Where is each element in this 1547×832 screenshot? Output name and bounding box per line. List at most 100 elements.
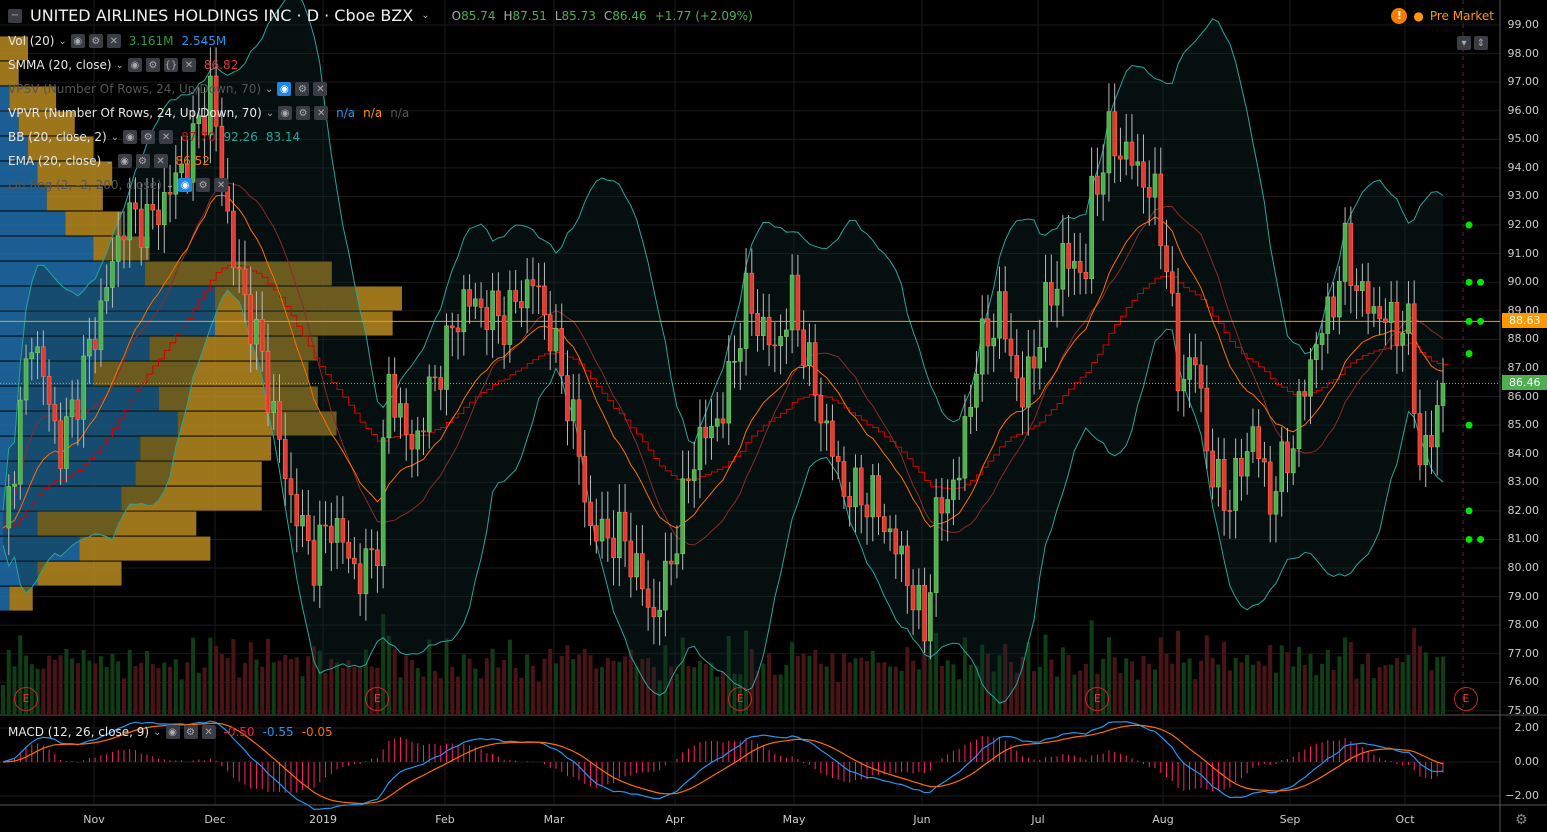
close-icon[interactable]: ✕	[181, 58, 196, 72]
indicator-label[interactable]: EMA (20, close)	[8, 154, 101, 168]
volume-bar	[542, 658, 547, 715]
candle-down	[1239, 458, 1244, 477]
candle-down	[1411, 303, 1417, 414]
indicator-label[interactable]: Lin Reg (2, -2, 200, close)	[8, 178, 162, 192]
settings-icon[interactable]: ⚙	[183, 725, 198, 739]
indicator-legend[interactable]: EMA (20, close) ⌄ ◉ ⚙ ✕ 86.52	[8, 154, 210, 168]
visibility-icon[interactable]: ◉	[278, 106, 293, 120]
chevron-down-icon[interactable]: ⌄	[153, 727, 161, 738]
candle-up	[1135, 161, 1141, 166]
chart-canvas[interactable]	[0, 0, 1547, 832]
close-icon[interactable]: ✕	[159, 130, 174, 144]
indicator-label[interactable]: VPVR (Number Of Rows, 24, Up/Down, 70)	[8, 106, 262, 120]
indicator-legend[interactable]: Vol (20) ⌄ ◉ ⚙ ✕ 3.161M 2.545M	[8, 34, 226, 48]
pre-market-indicator[interactable]: ! ● Pre Market	[1391, 8, 1494, 24]
volume-bar	[1135, 679, 1140, 715]
indicator-legend[interactable]: SMMA (20, close) ⌄ ◉ ⚙{} ✕ 86.82	[8, 58, 238, 72]
indicator-label[interactable]: BB (20, close, 2)	[8, 130, 107, 144]
chevron-down-icon[interactable]: ⌄	[266, 108, 274, 119]
volume-bar	[479, 678, 484, 715]
visibility-icon[interactable]: ◉	[123, 130, 138, 144]
macd-legend[interactable]: MACD (12, 26, close, 9) ⌄ ◉ ⚙ ✕ -0.50 -0.55 -0.…	[8, 725, 333, 739]
maximize-pane-icon[interactable]: ⇕	[1474, 36, 1488, 50]
settings-icon[interactable]: ⚙	[295, 82, 310, 96]
volume-bar	[473, 668, 478, 715]
chevron-down-icon[interactable]: ⌄	[166, 180, 174, 191]
candle-up	[507, 290, 513, 345]
close-icon[interactable]: ✕	[201, 725, 216, 739]
candle-down	[1348, 222, 1354, 286]
volume-bar	[1337, 656, 1342, 715]
indicator-legend[interactable]: VPVR (Number Of Rows, 24, Up/Down, 70) ⌄ ◉…	[8, 106, 409, 120]
indicator-label[interactable]: SMMA (20, close)	[8, 58, 112, 72]
settings-icon[interactable]: ⚙	[196, 178, 211, 192]
collapse-legend-button[interactable]: −	[8, 8, 22, 23]
candle-down	[1020, 377, 1025, 408]
volume-bar	[957, 679, 962, 715]
chevron-down-icon[interactable]: ⌄	[58, 36, 66, 47]
source-code-icon[interactable]: {}	[163, 58, 178, 72]
indicator-label[interactable]: VPSV (Number Of Rows, 24, Up/Down, 70)	[8, 82, 261, 96]
settings-icon[interactable]: ⚙	[296, 106, 311, 120]
volume-bar	[767, 653, 772, 715]
visibility-icon[interactable]: ◉	[127, 58, 142, 72]
volume-bar	[1435, 657, 1440, 715]
indicator-label[interactable]: MACD (12, 26, close, 9)	[8, 725, 149, 739]
candle-up	[363, 548, 369, 595]
indicator-legend[interactable]: BB (20, close, 2) ⌄ ◉ ⚙ ✕ 87.70 92.26 83.14	[8, 130, 300, 144]
settings-icon[interactable]: ⚙	[141, 130, 156, 144]
close-icon[interactable]: ✕	[313, 82, 328, 96]
volume-bar	[870, 650, 875, 715]
visibility-icon[interactable]: ◉	[165, 725, 180, 739]
candle-up	[789, 274, 795, 331]
candle-down	[403, 403, 409, 435]
chevron-down-icon[interactable]: ⌄	[421, 10, 429, 21]
visibility-icon[interactable]: ◉	[117, 154, 132, 168]
volume-bar	[415, 667, 420, 715]
settings-icon[interactable]: ⚙	[145, 58, 160, 72]
earnings-marker[interactable]: E	[1454, 687, 1479, 711]
close-icon[interactable]: ✕	[106, 34, 121, 48]
candle-down	[392, 373, 397, 418]
candle-up	[104, 287, 109, 302]
candle-up	[398, 403, 403, 418]
price-tick: 86.00	[1507, 389, 1540, 403]
close-icon[interactable]: ✕	[214, 178, 229, 192]
close-icon[interactable]: ✕	[314, 106, 329, 120]
volume-bar	[1066, 655, 1071, 715]
settings-icon[interactable]: ⚙	[88, 34, 103, 48]
candle-up	[991, 337, 997, 347]
chevron-down-icon[interactable]: ⌄	[111, 132, 119, 143]
candle-up	[386, 373, 392, 439]
indicator-value: 3.161M	[128, 34, 174, 48]
visibility-icon[interactable]: ◉	[277, 82, 292, 96]
indicator-legend[interactable]: VPSV (Number Of Rows, 24, Up/Down, 70) ⌄ ◉…	[8, 82, 328, 96]
earnings-marker[interactable]: E	[14, 687, 39, 711]
candle-up	[69, 399, 75, 417]
candle-up	[1181, 379, 1187, 392]
indicator-label[interactable]: Vol (20)	[8, 34, 54, 48]
candle-up	[1187, 357, 1192, 380]
chevron-down-icon[interactable]: ⌄	[105, 156, 113, 167]
chevron-down-icon[interactable]: ⌄	[116, 60, 124, 71]
visibility-icon[interactable]: ◉	[178, 178, 193, 192]
volume-bar	[836, 682, 841, 715]
low-label: L	[554, 8, 562, 23]
close-icon[interactable]: ✕	[153, 154, 168, 168]
signal-dot	[1465, 221, 1473, 229]
candle-down	[910, 585, 916, 611]
visibility-icon[interactable]: ◉	[70, 34, 85, 48]
volume-bar	[577, 654, 581, 715]
indicator-legend[interactable]: Lin Reg (2, -2, 200, close) ⌄ ◉ ⚙ ✕	[8, 178, 229, 192]
price-tick: 94.00	[1507, 160, 1540, 174]
symbol-name[interactable]: UNITED AIRLINES HOLDINGS INC · D · Cboe …	[30, 6, 413, 25]
candle-down	[812, 342, 818, 396]
settings-gear-icon[interactable]: ⚙	[1515, 812, 1528, 828]
chevron-down-icon[interactable]: ⌄	[265, 84, 273, 95]
settings-icon[interactable]: ⚙	[135, 154, 150, 168]
indicator-value: 86.82	[203, 58, 239, 72]
candle-up	[709, 425, 714, 439]
candle-down	[288, 478, 294, 495]
collapse-pane-icon[interactable]: ▾	[1457, 36, 1471, 50]
volume-bar	[1389, 664, 1394, 715]
